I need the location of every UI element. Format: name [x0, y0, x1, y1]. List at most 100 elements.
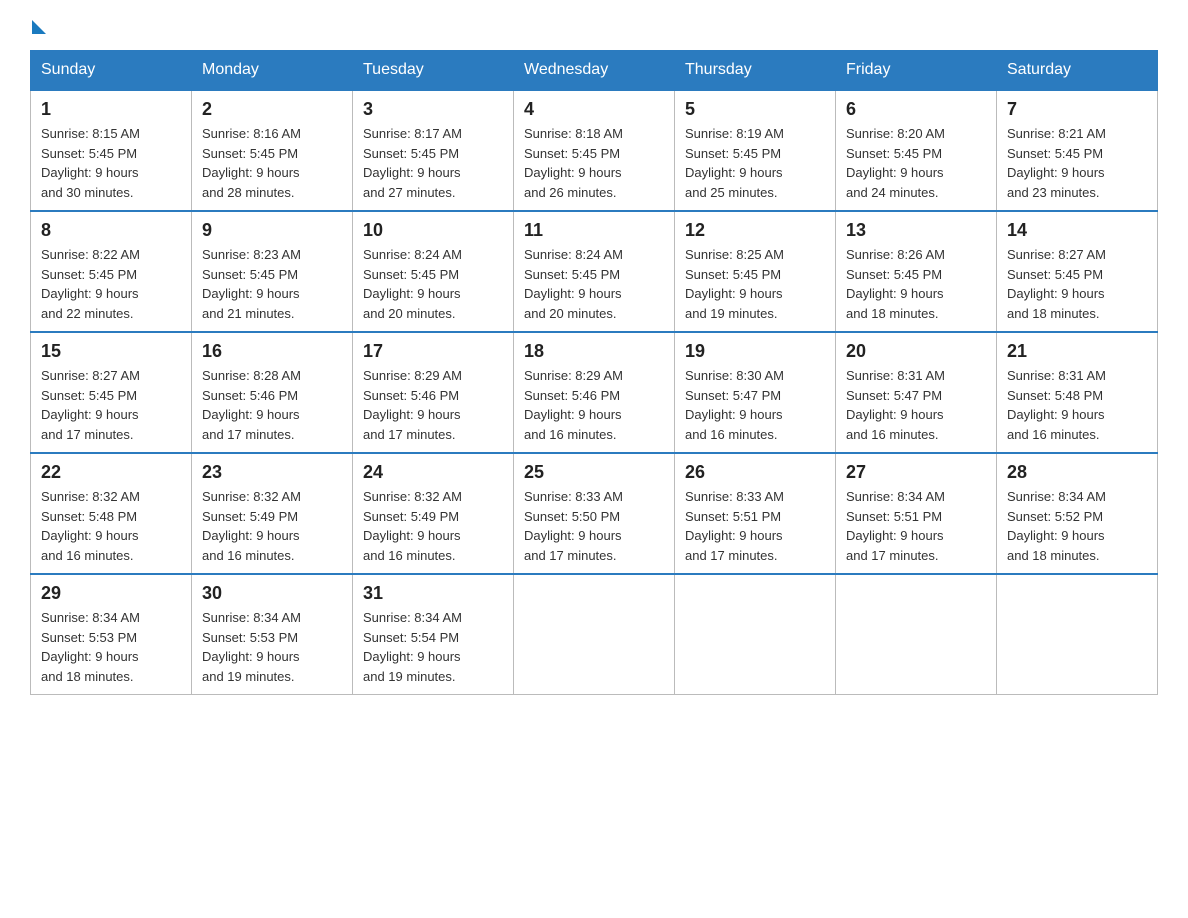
calendar-cell: 8 Sunrise: 8:22 AMSunset: 5:45 PMDayligh… — [31, 211, 192, 332]
day-number: 3 — [363, 99, 503, 120]
calendar-cell: 26 Sunrise: 8:33 AMSunset: 5:51 PMDaylig… — [675, 453, 836, 574]
calendar-cell: 3 Sunrise: 8:17 AMSunset: 5:45 PMDayligh… — [353, 90, 514, 211]
logo-triangle-icon — [32, 20, 46, 34]
day-info: Sunrise: 8:34 AMSunset: 5:52 PMDaylight:… — [1007, 487, 1147, 565]
day-info: Sunrise: 8:29 AMSunset: 5:46 PMDaylight:… — [363, 366, 503, 444]
calendar-cell: 19 Sunrise: 8:30 AMSunset: 5:47 PMDaylig… — [675, 332, 836, 453]
day-number: 7 — [1007, 99, 1147, 120]
day-info: Sunrise: 8:19 AMSunset: 5:45 PMDaylight:… — [685, 124, 825, 202]
weekday-header-saturday: Saturday — [997, 51, 1158, 91]
day-number: 15 — [41, 341, 181, 362]
day-info: Sunrise: 8:28 AMSunset: 5:46 PMDaylight:… — [202, 366, 342, 444]
day-info: Sunrise: 8:27 AMSunset: 5:45 PMDaylight:… — [1007, 245, 1147, 323]
day-info: Sunrise: 8:18 AMSunset: 5:45 PMDaylight:… — [524, 124, 664, 202]
day-number: 6 — [846, 99, 986, 120]
day-info: Sunrise: 8:24 AMSunset: 5:45 PMDaylight:… — [524, 245, 664, 323]
day-number: 26 — [685, 462, 825, 483]
day-number: 8 — [41, 220, 181, 241]
day-number: 27 — [846, 462, 986, 483]
calendar-cell: 21 Sunrise: 8:31 AMSunset: 5:48 PMDaylig… — [997, 332, 1158, 453]
calendar-cell: 28 Sunrise: 8:34 AMSunset: 5:52 PMDaylig… — [997, 453, 1158, 574]
calendar-week-row: 15 Sunrise: 8:27 AMSunset: 5:45 PMDaylig… — [31, 332, 1158, 453]
day-info: Sunrise: 8:15 AMSunset: 5:45 PMDaylight:… — [41, 124, 181, 202]
day-info: Sunrise: 8:34 AMSunset: 5:51 PMDaylight:… — [846, 487, 986, 565]
day-number: 21 — [1007, 341, 1147, 362]
calendar-week-row: 1 Sunrise: 8:15 AMSunset: 5:45 PMDayligh… — [31, 90, 1158, 211]
weekday-header-monday: Monday — [192, 51, 353, 91]
calendar-cell: 6 Sunrise: 8:20 AMSunset: 5:45 PMDayligh… — [836, 90, 997, 211]
day-number: 25 — [524, 462, 664, 483]
day-number: 20 — [846, 341, 986, 362]
calendar-cell: 25 Sunrise: 8:33 AMSunset: 5:50 PMDaylig… — [514, 453, 675, 574]
calendar-cell: 13 Sunrise: 8:26 AMSunset: 5:45 PMDaylig… — [836, 211, 997, 332]
day-info: Sunrise: 8:26 AMSunset: 5:45 PMDaylight:… — [846, 245, 986, 323]
calendar-cell: 9 Sunrise: 8:23 AMSunset: 5:45 PMDayligh… — [192, 211, 353, 332]
day-info: Sunrise: 8:31 AMSunset: 5:47 PMDaylight:… — [846, 366, 986, 444]
day-number: 22 — [41, 462, 181, 483]
calendar-cell: 31 Sunrise: 8:34 AMSunset: 5:54 PMDaylig… — [353, 574, 514, 695]
calendar-cell: 29 Sunrise: 8:34 AMSunset: 5:53 PMDaylig… — [31, 574, 192, 695]
day-info: Sunrise: 8:34 AMSunset: 5:53 PMDaylight:… — [41, 608, 181, 686]
calendar-week-row: 8 Sunrise: 8:22 AMSunset: 5:45 PMDayligh… — [31, 211, 1158, 332]
day-number: 16 — [202, 341, 342, 362]
day-info: Sunrise: 8:34 AMSunset: 5:54 PMDaylight:… — [363, 608, 503, 686]
calendar-cell: 15 Sunrise: 8:27 AMSunset: 5:45 PMDaylig… — [31, 332, 192, 453]
calendar-cell: 16 Sunrise: 8:28 AMSunset: 5:46 PMDaylig… — [192, 332, 353, 453]
calendar-table: SundayMondayTuesdayWednesdayThursdayFrid… — [30, 50, 1158, 695]
day-info: Sunrise: 8:23 AMSunset: 5:45 PMDaylight:… — [202, 245, 342, 323]
day-info: Sunrise: 8:31 AMSunset: 5:48 PMDaylight:… — [1007, 366, 1147, 444]
day-number: 5 — [685, 99, 825, 120]
day-number: 13 — [846, 220, 986, 241]
day-info: Sunrise: 8:30 AMSunset: 5:47 PMDaylight:… — [685, 366, 825, 444]
calendar-cell: 30 Sunrise: 8:34 AMSunset: 5:53 PMDaylig… — [192, 574, 353, 695]
weekday-header-wednesday: Wednesday — [514, 51, 675, 91]
calendar-header-row: SundayMondayTuesdayWednesdayThursdayFrid… — [31, 51, 1158, 91]
calendar-cell: 14 Sunrise: 8:27 AMSunset: 5:45 PMDaylig… — [997, 211, 1158, 332]
page-header — [30, 20, 1158, 40]
day-number: 18 — [524, 341, 664, 362]
day-number: 2 — [202, 99, 342, 120]
calendar-cell: 12 Sunrise: 8:25 AMSunset: 5:45 PMDaylig… — [675, 211, 836, 332]
calendar-cell: 27 Sunrise: 8:34 AMSunset: 5:51 PMDaylig… — [836, 453, 997, 574]
day-number: 10 — [363, 220, 503, 241]
day-info: Sunrise: 8:21 AMSunset: 5:45 PMDaylight:… — [1007, 124, 1147, 202]
day-info: Sunrise: 8:32 AMSunset: 5:49 PMDaylight:… — [202, 487, 342, 565]
weekday-header-sunday: Sunday — [31, 51, 192, 91]
day-number: 14 — [1007, 220, 1147, 241]
day-number: 17 — [363, 341, 503, 362]
day-number: 23 — [202, 462, 342, 483]
day-info: Sunrise: 8:22 AMSunset: 5:45 PMDaylight:… — [41, 245, 181, 323]
day-info: Sunrise: 8:32 AMSunset: 5:49 PMDaylight:… — [363, 487, 503, 565]
calendar-cell: 24 Sunrise: 8:32 AMSunset: 5:49 PMDaylig… — [353, 453, 514, 574]
calendar-cell: 10 Sunrise: 8:24 AMSunset: 5:45 PMDaylig… — [353, 211, 514, 332]
calendar-cell: 20 Sunrise: 8:31 AMSunset: 5:47 PMDaylig… — [836, 332, 997, 453]
calendar-cell: 1 Sunrise: 8:15 AMSunset: 5:45 PMDayligh… — [31, 90, 192, 211]
calendar-cell: 17 Sunrise: 8:29 AMSunset: 5:46 PMDaylig… — [353, 332, 514, 453]
calendar-cell: 4 Sunrise: 8:18 AMSunset: 5:45 PMDayligh… — [514, 90, 675, 211]
calendar-cell: 7 Sunrise: 8:21 AMSunset: 5:45 PMDayligh… — [997, 90, 1158, 211]
calendar-cell — [514, 574, 675, 695]
calendar-cell — [836, 574, 997, 695]
calendar-cell: 23 Sunrise: 8:32 AMSunset: 5:49 PMDaylig… — [192, 453, 353, 574]
calendar-cell: 11 Sunrise: 8:24 AMSunset: 5:45 PMDaylig… — [514, 211, 675, 332]
day-number: 31 — [363, 583, 503, 604]
day-info: Sunrise: 8:24 AMSunset: 5:45 PMDaylight:… — [363, 245, 503, 323]
calendar-cell — [997, 574, 1158, 695]
day-info: Sunrise: 8:29 AMSunset: 5:46 PMDaylight:… — [524, 366, 664, 444]
weekday-header-tuesday: Tuesday — [353, 51, 514, 91]
logo — [30, 20, 46, 40]
day-number: 30 — [202, 583, 342, 604]
day-number: 11 — [524, 220, 664, 241]
day-info: Sunrise: 8:17 AMSunset: 5:45 PMDaylight:… — [363, 124, 503, 202]
calendar-week-row: 29 Sunrise: 8:34 AMSunset: 5:53 PMDaylig… — [31, 574, 1158, 695]
weekday-header-friday: Friday — [836, 51, 997, 91]
day-info: Sunrise: 8:32 AMSunset: 5:48 PMDaylight:… — [41, 487, 181, 565]
weekday-header-thursday: Thursday — [675, 51, 836, 91]
day-info: Sunrise: 8:33 AMSunset: 5:50 PMDaylight:… — [524, 487, 664, 565]
day-number: 9 — [202, 220, 342, 241]
day-number: 1 — [41, 99, 181, 120]
day-info: Sunrise: 8:27 AMSunset: 5:45 PMDaylight:… — [41, 366, 181, 444]
calendar-week-row: 22 Sunrise: 8:32 AMSunset: 5:48 PMDaylig… — [31, 453, 1158, 574]
day-info: Sunrise: 8:16 AMSunset: 5:45 PMDaylight:… — [202, 124, 342, 202]
day-info: Sunrise: 8:33 AMSunset: 5:51 PMDaylight:… — [685, 487, 825, 565]
